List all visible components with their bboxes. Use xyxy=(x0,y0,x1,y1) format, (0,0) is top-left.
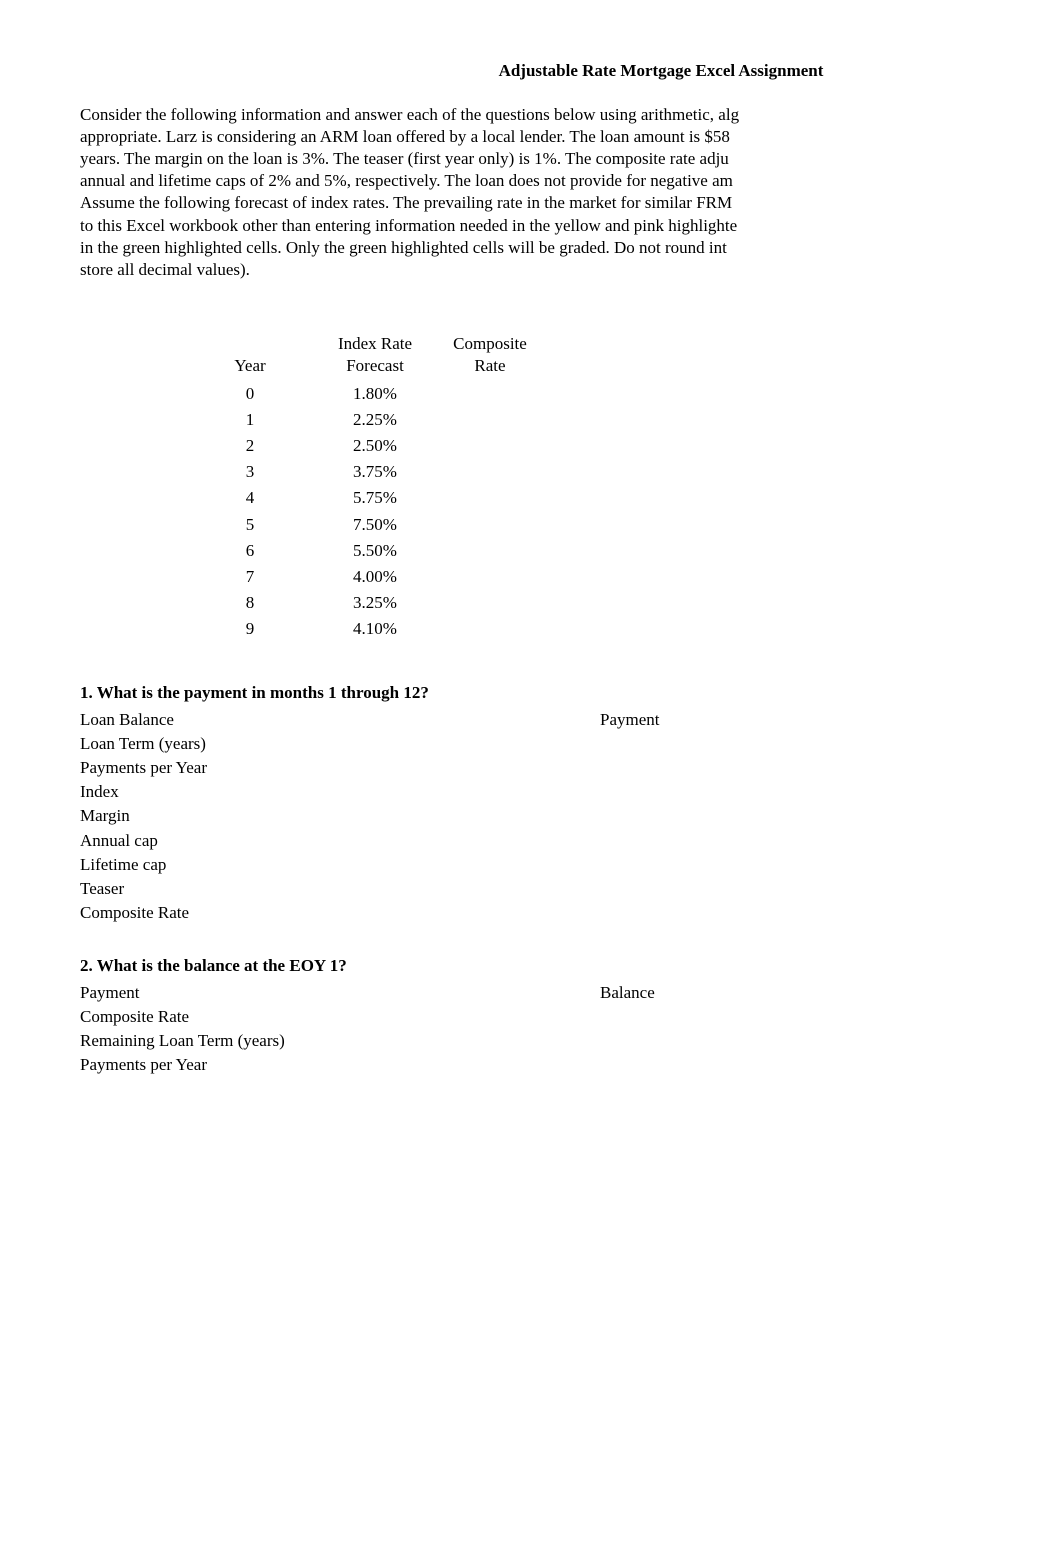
cell-forecast: 5.75% xyxy=(310,485,440,511)
table-row: 83.25% xyxy=(190,590,540,616)
table-row: 57.50% xyxy=(190,512,540,538)
intro-line: Consider the following information and a… xyxy=(80,105,739,124)
table-row: 22.50% xyxy=(190,433,540,459)
result-label: Payment xyxy=(600,708,720,732)
cell-forecast: 2.50% xyxy=(310,433,440,459)
cell-forecast: 7.50% xyxy=(310,512,440,538)
field-label: Composite Rate xyxy=(80,1005,600,1029)
result-label: Balance xyxy=(600,981,720,1005)
header-composite-l1: Composite xyxy=(453,334,527,353)
cell-forecast: 5.50% xyxy=(310,538,440,564)
cell-forecast: 3.25% xyxy=(310,590,440,616)
field-label: Payments per Year xyxy=(80,756,600,780)
list-item: Loan Term (years) xyxy=(80,732,720,756)
list-item: Payments per Year xyxy=(80,756,720,780)
field-label: Remaining Loan Term (years) xyxy=(80,1029,600,1053)
cell-composite xyxy=(440,485,540,511)
q2-fields: PaymentBalance Composite Rate Remaining … xyxy=(80,981,720,1077)
cell-year: 8 xyxy=(190,590,310,616)
field-label: Payment xyxy=(80,981,600,1005)
list-item: Annual cap xyxy=(80,829,720,853)
document-title: Adjustable Rate Mortgage Excel Assignmen… xyxy=(340,60,982,82)
intro-line: Assume the following forecast of index r… xyxy=(80,193,732,212)
list-item: Payments per Year xyxy=(80,1053,720,1077)
field-label: Payments per Year xyxy=(80,1053,600,1077)
cell-forecast: 2.25% xyxy=(310,407,440,433)
cell-year: 1 xyxy=(190,407,310,433)
list-item: Lifetime cap xyxy=(80,853,720,877)
cell-composite xyxy=(440,459,540,485)
field-label: Annual cap xyxy=(80,829,600,853)
table-row: 45.75% xyxy=(190,485,540,511)
cell-composite xyxy=(440,538,540,564)
q2-heading: 2. What is the balance at the EOY 1? xyxy=(80,955,982,977)
intro-line: to this Excel workbook other than enteri… xyxy=(80,216,737,235)
field-label: Margin xyxy=(80,804,600,828)
field-label: Index xyxy=(80,780,600,804)
cell-forecast: 3.75% xyxy=(310,459,440,485)
q1-fields: Loan BalancePayment Loan Term (years) Pa… xyxy=(80,708,720,925)
cell-composite xyxy=(440,512,540,538)
list-item: Margin xyxy=(80,804,720,828)
cell-year: 6 xyxy=(190,538,310,564)
table-row: 33.75% xyxy=(190,459,540,485)
list-item: Composite Rate xyxy=(80,1005,720,1029)
field-label: Loan Term (years) xyxy=(80,732,600,756)
cell-composite xyxy=(440,407,540,433)
cell-forecast: 1.80% xyxy=(310,381,440,407)
intro-line: in the green highlighted cells. Only the… xyxy=(80,238,727,257)
cell-year: 2 xyxy=(190,433,310,459)
list-item: Loan BalancePayment xyxy=(80,708,720,732)
cell-year: 5 xyxy=(190,512,310,538)
cell-year: 3 xyxy=(190,459,310,485)
field-label: Loan Balance xyxy=(80,708,600,732)
field-label: Teaser xyxy=(80,877,600,901)
table-row: 01.80% xyxy=(190,381,540,407)
cell-composite xyxy=(440,433,540,459)
intro-paragraph: Consider the following information and a… xyxy=(80,104,982,281)
cell-year: 0 xyxy=(190,381,310,407)
cell-composite xyxy=(440,590,540,616)
cell-composite xyxy=(440,616,540,642)
intro-line: years. The margin on the loan is 3%. The… xyxy=(80,149,729,168)
list-item: Remaining Loan Term (years) xyxy=(80,1029,720,1053)
cell-year: 4 xyxy=(190,485,310,511)
cell-year: 9 xyxy=(190,616,310,642)
table-row: 65.50% xyxy=(190,538,540,564)
table-row: 12.25% xyxy=(190,407,540,433)
header-forecast-l1: Index Rate xyxy=(338,334,412,353)
index-rate-table: Year Index Rate Forecast Composite Rate … xyxy=(190,331,540,642)
cell-forecast: 4.00% xyxy=(310,564,440,590)
field-label: Lifetime cap xyxy=(80,853,600,877)
intro-line: store all decimal values). xyxy=(80,260,250,279)
field-label: Composite Rate xyxy=(80,901,600,925)
cell-composite xyxy=(440,564,540,590)
q1-heading: 1. What is the payment in months 1 throu… xyxy=(80,682,982,704)
list-item: Composite Rate xyxy=(80,901,720,925)
list-item: Index xyxy=(80,780,720,804)
cell-forecast: 4.10% xyxy=(310,616,440,642)
list-item: Teaser xyxy=(80,877,720,901)
table-row: 74.00% xyxy=(190,564,540,590)
header-year: Year xyxy=(190,331,310,381)
header-index-rate-forecast: Index Rate Forecast xyxy=(310,331,440,381)
header-year-label: Year xyxy=(234,356,265,375)
list-item: PaymentBalance xyxy=(80,981,720,1005)
header-forecast-l2: Forecast xyxy=(346,356,404,375)
table-row: 94.10% xyxy=(190,616,540,642)
header-composite-rate: Composite Rate xyxy=(440,331,540,381)
header-composite-l2: Rate xyxy=(474,356,505,375)
intro-line: appropriate. Larz is considering an ARM … xyxy=(80,127,730,146)
cell-year: 7 xyxy=(190,564,310,590)
intro-line: annual and lifetime caps of 2% and 5%, r… xyxy=(80,171,733,190)
cell-composite xyxy=(440,381,540,407)
